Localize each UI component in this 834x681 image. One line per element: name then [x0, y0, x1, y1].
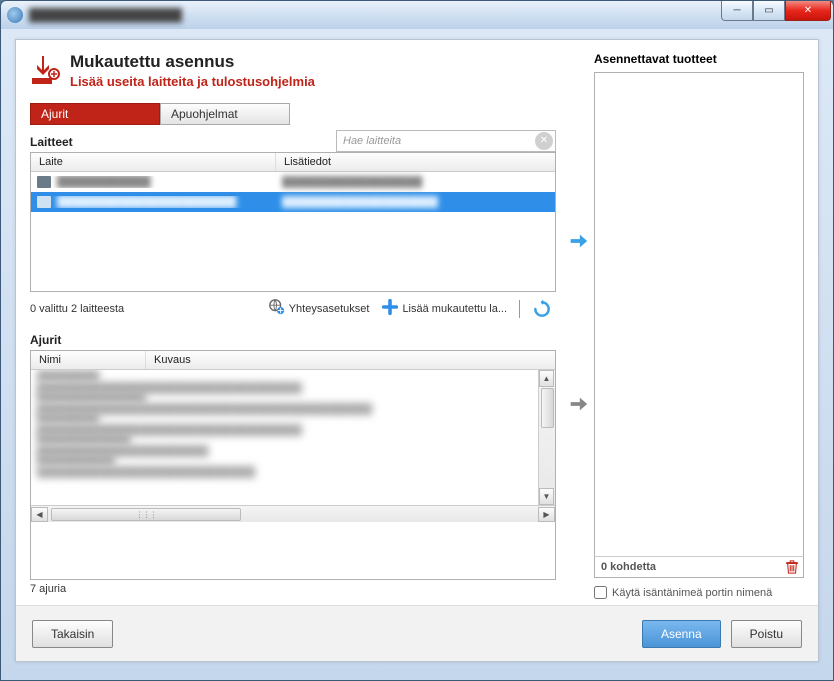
page-subtitle: Lisää useita laitteita ja tulostusohjelm…: [70, 74, 315, 89]
table-row[interactable]: ███████████████████████ ████████████████…: [31, 192, 555, 212]
devices-table: Laite Lisätiedot ████████████ ██████████…: [30, 152, 556, 292]
table-row[interactable]: ██████████████████████████████████: [31, 433, 555, 454]
right-panel: Asennettavat tuotteet 0 kohdetta Käytä i…: [590, 40, 818, 605]
col-device[interactable]: Laite: [31, 153, 276, 171]
app-icon: [7, 7, 23, 23]
col-info[interactable]: Lisätiedot: [276, 153, 555, 171]
arrow-right-icon: [567, 230, 589, 252]
search-input[interactable]: [337, 135, 535, 147]
install-button[interactable]: Asenna: [642, 620, 721, 648]
scroll-right-icon[interactable]: ▶: [538, 507, 555, 522]
install-icon: [30, 54, 62, 86]
table-row[interactable]: ████████████ ██████████████████: [31, 172, 555, 192]
tab-utilities[interactable]: Apuohjelmat: [160, 103, 290, 125]
titlebar[interactable]: ██████████████████ ─ ▭ ✕: [1, 1, 833, 29]
vertical-scrollbar[interactable]: ▲ ▼: [538, 370, 555, 505]
products-label: Asennettavat tuotteet: [594, 52, 804, 66]
scroll-thumb[interactable]: [541, 388, 554, 428]
devices-status: 0 valittu 2 laitteesta: [30, 303, 124, 315]
app-window: ██████████████████ ─ ▭ ✕ Mukautettu asen…: [0, 0, 834, 681]
drivers-body: ████████████████████████████████████████…: [31, 370, 555, 505]
plus-icon: [381, 298, 399, 319]
back-button[interactable]: Takaisin: [32, 620, 113, 648]
tab-drivers[interactable]: Ajurit: [30, 103, 160, 125]
minimize-button[interactable]: ─: [721, 1, 753, 21]
scroll-down-icon[interactable]: ▼: [539, 488, 554, 505]
printer-icon: [37, 176, 51, 188]
close-button[interactable]: ✕: [785, 1, 831, 21]
scroll-left-icon[interactable]: ◀: [31, 507, 48, 522]
page-title: Mukautettu asennus: [70, 52, 315, 72]
hostname-checkbox-row[interactable]: Käytä isäntänimeä portin nimenä: [594, 586, 804, 599]
connection-settings-button[interactable]: Yhteysasetukset: [264, 296, 374, 321]
drivers-table: Nimi Kuvaus ████████████████████████████…: [30, 350, 556, 580]
table-row[interactable]: ████████████████████████████████████████…: [31, 370, 555, 391]
maximize-button[interactable]: ▭: [753, 1, 785, 21]
scroll-thumb[interactable]: ⋮⋮⋮: [51, 508, 241, 521]
clear-search-icon[interactable]: ✕: [535, 132, 553, 150]
scroll-up-icon[interactable]: ▲: [539, 370, 554, 387]
add-device-arrow[interactable]: [566, 230, 590, 252]
left-panel: Mukautettu asennus Lisää useita laitteit…: [16, 40, 566, 605]
delete-button[interactable]: [781, 557, 803, 577]
drivers-count: 7 ajuria: [30, 583, 556, 595]
horizontal-scrollbar[interactable]: ◀ ⋮⋮⋮ ▶: [31, 505, 555, 522]
hostname-checkbox[interactable]: [594, 586, 607, 599]
table-row[interactable]: ████████████████████████████████████████…: [31, 412, 555, 433]
globe-gear-icon: [268, 298, 286, 319]
add-driver-arrow[interactable]: [566, 393, 590, 415]
col-driver-desc[interactable]: Kuvaus: [146, 351, 555, 369]
divider: [519, 300, 520, 318]
search-devices[interactable]: ✕: [336, 130, 556, 152]
refresh-button[interactable]: [528, 297, 556, 321]
devices-label: Laitteet: [30, 135, 73, 149]
refresh-icon: [532, 299, 552, 319]
table-row[interactable]: ██████████████████████████████████████: [31, 454, 555, 475]
tabs: Ajurit Apuohjelmat: [30, 103, 556, 125]
table-row[interactable]: ████████████████████████████████████████…: [31, 391, 555, 412]
window-title: ██████████████████: [29, 8, 182, 22]
products-count: 0 kohdetta: [595, 561, 781, 573]
arrow-right-icon: [567, 393, 589, 415]
content-panel: Mukautettu asennus Lisää useita laitteit…: [15, 39, 819, 662]
footer: Takaisin Asenna Poistu: [16, 605, 818, 661]
exit-button[interactable]: Poistu: [731, 620, 802, 648]
drivers-label: Ajurit: [30, 333, 556, 347]
transfer-arrows: [566, 40, 590, 605]
printer-icon: [37, 196, 51, 208]
devices-body: ████████████ ██████████████████ ████████…: [31, 172, 555, 212]
products-list[interactable]: [594, 72, 804, 557]
col-driver-name[interactable]: Nimi: [31, 351, 146, 369]
trash-icon: [785, 560, 799, 574]
add-custom-button[interactable]: Lisää mukautettu la...: [377, 296, 511, 321]
